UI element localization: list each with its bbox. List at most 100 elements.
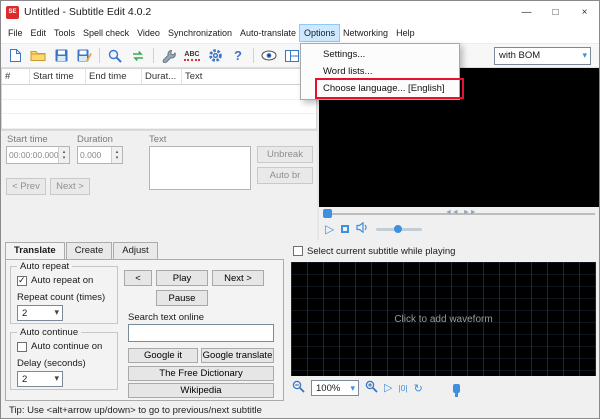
save-icon[interactable]	[51, 46, 71, 66]
play-button[interactable]: Play	[156, 270, 208, 286]
menu-synchronization[interactable]: Synchronization	[164, 25, 236, 41]
fast-forward-icon[interactable]	[463, 209, 477, 216]
next-subtitle-button[interactable]: Next >	[50, 178, 90, 195]
start-time-value: 00:00:00.000	[7, 147, 58, 163]
video-controls: ▷	[319, 220, 599, 238]
prev-subtitle-button[interactable]: < Prev	[6, 178, 46, 195]
menu-file[interactable]: File	[4, 25, 27, 41]
auto-continue-title: Auto continue	[17, 327, 81, 338]
play-icon[interactable]: ▷	[325, 223, 334, 235]
auto-repeat-group: Auto repeat Auto repeat on Repeat count …	[10, 266, 118, 324]
menu-video[interactable]: Video	[133, 25, 164, 41]
help-icon[interactable]: ?	[228, 46, 248, 66]
search-text-online-label: Search text online	[128, 312, 204, 323]
delay-value: 2	[22, 374, 27, 385]
menu-networking[interactable]: Networking	[339, 25, 392, 41]
close-button[interactable]: ×	[570, 1, 599, 23]
tip-text: Tip: Use <alt+arrow up/down> to go to pr…	[9, 405, 287, 416]
volume-thumb[interactable]	[394, 225, 402, 233]
google-it-button[interactable]: Google it	[128, 348, 198, 363]
stop-icon[interactable]	[341, 225, 349, 233]
subtitle-list-header: # Start time End time Durat... Text	[2, 69, 316, 85]
tab-translate[interactable]: Translate	[5, 242, 65, 259]
menu-options-label: Options	[304, 28, 335, 38]
video-seek-bar[interactable]	[319, 207, 599, 220]
duration-spinner[interactable]: 0.000	[77, 146, 123, 164]
minimize-button[interactable]: —	[512, 1, 541, 23]
volume-slider[interactable]	[376, 228, 422, 231]
zoom-out-icon[interactable]	[292, 380, 305, 396]
toolbar-separator	[253, 48, 254, 63]
menu-item-choose-language[interactable]: Choose language... [English]	[301, 80, 458, 97]
auto-repeat-checkbox[interactable]	[17, 276, 27, 286]
tab-create[interactable]: Create	[66, 242, 113, 259]
menu-options[interactable]: Options Settings... Word lists... Choose…	[300, 25, 339, 41]
position-marker-icon[interactable]	[453, 384, 460, 393]
waveform-area[interactable]: Click to add waveform	[291, 262, 596, 376]
delay-select[interactable]: 2	[17, 371, 63, 387]
menu-spell-check[interactable]: Spell check	[79, 25, 133, 41]
translate-tab-panel: Auto repeat Auto repeat on Repeat count …	[5, 259, 284, 401]
menu-item-settings[interactable]: Settings...	[301, 46, 458, 63]
fix-common-errors-icon[interactable]	[159, 46, 179, 66]
repeat-count-select[interactable]: 2	[17, 305, 63, 321]
spinner-updown-icon[interactable]	[58, 147, 69, 163]
column-start-time[interactable]: Start time	[30, 69, 86, 84]
prev-button[interactable]: <	[124, 270, 152, 286]
next-button[interactable]: Next >	[212, 270, 264, 286]
seek-marks	[445, 209, 477, 216]
window-title: Untitled - Subtitle Edit 4.0.2	[24, 6, 151, 18]
repeat-icon[interactable]	[414, 382, 423, 395]
select-current-subtitle-checkbox[interactable]	[293, 246, 303, 256]
menu-tools[interactable]: Tools	[50, 25, 79, 41]
subtitle-pane: # Start time End time Durat... Text Star…	[1, 68, 319, 240]
search-text-input[interactable]	[128, 324, 274, 342]
free-dictionary-button[interactable]: The Free Dictionary	[128, 366, 274, 381]
auto-continue-checkbox[interactable]	[17, 342, 27, 352]
subtitle-text-input[interactable]	[149, 146, 251, 190]
maximize-button[interactable]: □	[541, 1, 570, 23]
menu-item-word-lists[interactable]: Word lists...	[301, 63, 458, 80]
column-end-time[interactable]: End time	[86, 69, 142, 84]
menu-edit[interactable]: Edit	[27, 25, 51, 41]
spell-check-icon[interactable]: ABC	[182, 46, 202, 66]
save-as-icon[interactable]	[74, 46, 94, 66]
start-time-spinner[interactable]: 00:00:00.000	[6, 146, 70, 164]
replace-icon[interactable]	[128, 46, 148, 66]
question-glyph: ?	[234, 48, 242, 63]
waveform-play-icon[interactable]: ▷	[384, 382, 392, 394]
subtitle-edit-panel: Start time Duration Text 00:00:00.000 0.…	[1, 130, 317, 202]
zoom-in-icon[interactable]	[365, 380, 378, 396]
pause-button[interactable]: Pause	[156, 290, 208, 306]
settings-icon[interactable]	[205, 46, 225, 66]
rewind-icon[interactable]	[445, 209, 459, 216]
center-view-icon[interactable]	[398, 383, 407, 394]
layout-icon[interactable]	[282, 46, 302, 66]
menu-auto-translate[interactable]: Auto-translate	[236, 25, 300, 41]
seek-thumb[interactable]	[323, 209, 332, 218]
column-number[interactable]: #	[2, 69, 30, 84]
select-current-subtitle-label: Select current subtitle while playing	[307, 246, 455, 257]
zoom-level-select[interactable]: 100%	[311, 380, 359, 396]
toolbar-separator	[99, 48, 100, 63]
window-controls: — □ ×	[512, 1, 599, 23]
list-row	[2, 100, 316, 115]
tab-adjust[interactable]: Adjust	[113, 242, 157, 259]
unbreak-button[interactable]: Unbreak	[257, 146, 313, 163]
auto-br-button[interactable]: Auto br	[257, 167, 313, 184]
google-translate-button[interactable]: Google translate	[201, 348, 274, 363]
visual-sync-icon[interactable]	[259, 46, 279, 66]
start-time-label: Start time	[7, 134, 48, 145]
menu-help[interactable]: Help	[392, 25, 419, 41]
column-text[interactable]: Text	[182, 69, 316, 84]
wikipedia-button[interactable]: Wikipedia	[128, 383, 274, 398]
bottom-section: Translate Create Adjust Auto repeat Auto…	[1, 240, 599, 419]
open-file-icon[interactable]	[28, 46, 48, 66]
find-icon[interactable]	[105, 46, 125, 66]
subtitle-list[interactable]: # Start time End time Durat... Text	[1, 68, 317, 130]
new-file-icon[interactable]	[5, 46, 25, 66]
column-duration[interactable]: Durat...	[142, 69, 182, 84]
spinner-updown-icon[interactable]	[111, 147, 122, 163]
encoding-select[interactable]: with BOM	[494, 47, 591, 65]
volume-icon[interactable]	[356, 222, 369, 236]
